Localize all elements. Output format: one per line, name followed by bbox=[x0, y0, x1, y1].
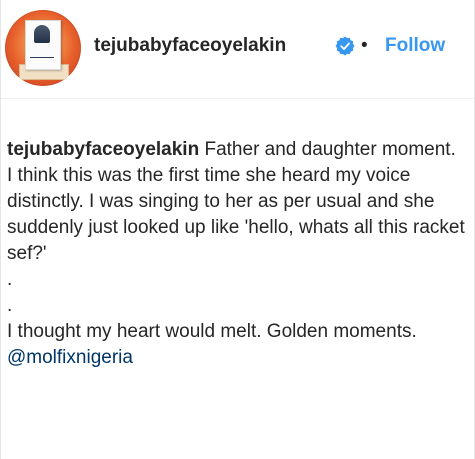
avatar-book-cover bbox=[25, 20, 61, 70]
avatar-book-photo bbox=[34, 25, 50, 43]
caption-author[interactable]: tejubabyfaceoyelakin bbox=[7, 139, 199, 160]
header-separator: • bbox=[361, 35, 368, 56]
verified-badge-icon bbox=[335, 36, 355, 56]
caption-mention-link[interactable]: @molfixnigeria bbox=[7, 347, 133, 368]
post-header: tejubabyfaceoyelakin • Follow bbox=[1, 0, 474, 99]
avatar[interactable] bbox=[5, 10, 81, 86]
caption-dot-2: . bbox=[7, 295, 13, 316]
caption-dot-1: . bbox=[7, 269, 13, 290]
caption-text-2: I thought my heart would melt. Golden mo… bbox=[7, 321, 417, 342]
follow-button[interactable]: Follow bbox=[385, 34, 445, 58]
post-caption: tejubabyfaceoyelakin Father and daughter… bbox=[7, 137, 465, 371]
instagram-post: tejubabyfaceoyelakin • Follow tejubabyfa… bbox=[0, 0, 475, 459]
header-username[interactable]: tejubabyfaceoyelakin bbox=[94, 34, 286, 58]
avatar-book-script bbox=[30, 47, 54, 58]
caption-paragraph-1: tejubabyfaceoyelakin Father and daughter… bbox=[7, 137, 465, 267]
caption-paragraph-2: I thought my heart would melt. Golden mo… bbox=[7, 319, 465, 371]
